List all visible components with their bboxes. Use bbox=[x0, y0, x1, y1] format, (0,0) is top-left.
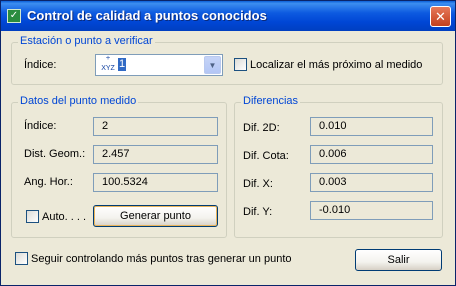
chevron-down-icon[interactable]: ▼ bbox=[204, 56, 221, 74]
nearest-checkbox[interactable] bbox=[234, 58, 247, 71]
xyz-point-icon: ⁺ XYZ bbox=[101, 55, 115, 73]
dif-2d-field: 0.010 bbox=[310, 117, 433, 136]
auto-checkbox-label[interactable]: Auto. . . . bbox=[42, 211, 86, 223]
dif-x-field: 0.003 bbox=[310, 173, 433, 192]
dif-y-field: -0.010 bbox=[310, 201, 433, 220]
dif-y-label: Dif. Y: bbox=[243, 206, 273, 218]
dist-geom-field: 2.457 bbox=[93, 145, 218, 164]
dif-2d-label: Dif. 2D: bbox=[243, 122, 280, 134]
station-index-combo[interactable]: ⁺ XYZ 1 ▼ bbox=[95, 54, 223, 76]
title-bar[interactable]: ✓ Control de calidad a puntos conocidos … bbox=[1, 1, 455, 31]
dif-x-label: Dif. X: bbox=[243, 178, 273, 190]
dif-cota-field: 0.006 bbox=[310, 145, 433, 164]
station-index-value: 1 bbox=[118, 58, 127, 71]
close-button[interactable]: ✕ bbox=[430, 6, 451, 27]
measured-index-field: 2 bbox=[93, 117, 218, 136]
window-title: Control de calidad a puntos conocidos bbox=[27, 8, 267, 23]
measured-group-legend: Datos del punto medido bbox=[18, 95, 139, 107]
station-index-label: Índice: bbox=[24, 59, 57, 71]
generate-point-button[interactable]: Generar punto bbox=[93, 205, 218, 227]
differences-group-legend: Diferencias bbox=[241, 95, 301, 107]
continue-checkbox-label[interactable]: Seguir controlando más puntos tras gener… bbox=[31, 253, 292, 265]
continue-checkbox[interactable] bbox=[15, 252, 28, 265]
dist-geom-label: Dist. Geom.: bbox=[24, 148, 86, 160]
dif-cota-label: Dif. Cota: bbox=[243, 150, 289, 162]
measured-index-label: Índice: bbox=[24, 120, 57, 132]
auto-checkbox[interactable] bbox=[26, 210, 39, 223]
ang-hor-label: Ang. Hor.: bbox=[24, 176, 73, 188]
nearest-checkbox-label[interactable]: Localizar el más próximo al medido bbox=[250, 59, 422, 71]
exit-button[interactable]: Salir bbox=[355, 249, 442, 271]
dialog-window: ✓ Control de calidad a puntos conocidos … bbox=[0, 0, 456, 286]
app-icon: ✓ bbox=[7, 9, 21, 23]
ang-hor-field: 100.5324 bbox=[93, 173, 218, 192]
station-group-legend: Estación o punto a verificar bbox=[18, 35, 155, 47]
